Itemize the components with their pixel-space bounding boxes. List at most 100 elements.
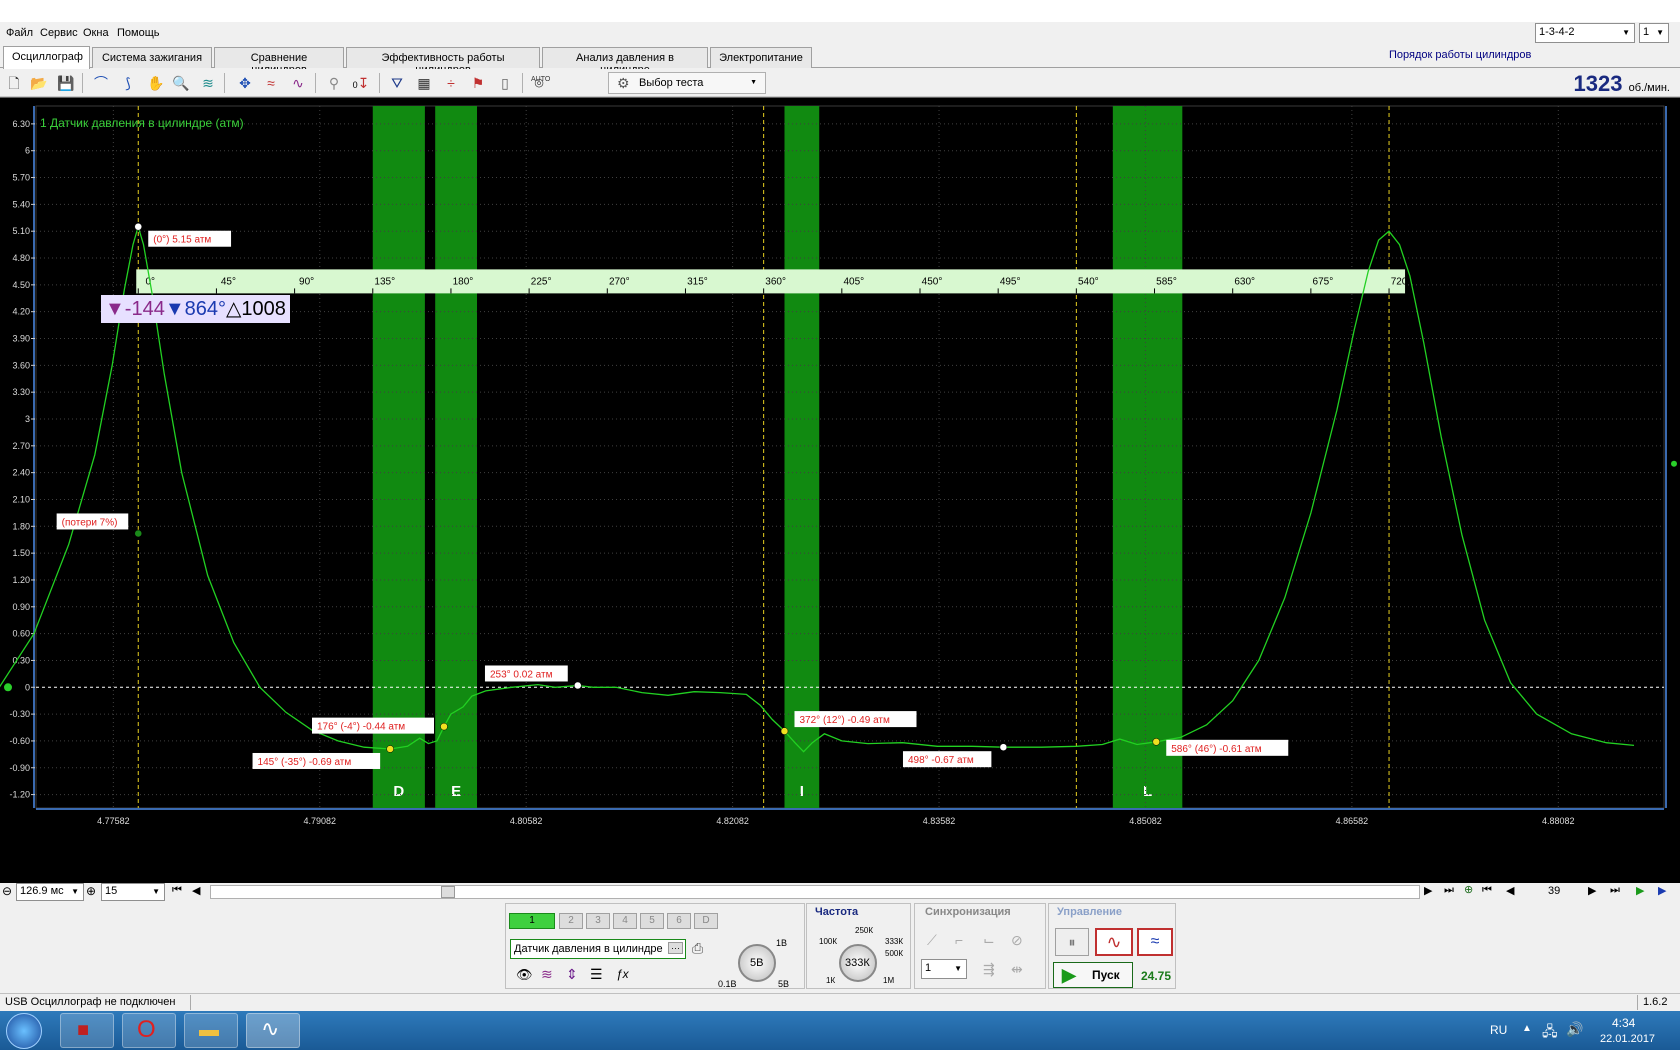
- sync-fall-icon[interactable]: ⌙: [983, 932, 995, 949]
- add-frame-icon[interactable]: ⊕: [1464, 883, 1473, 896]
- start-button[interactable]: ▶ Пуск: [1053, 962, 1133, 988]
- play-blue-icon[interactable]: ▶: [1658, 884, 1666, 897]
- sync-rise-icon[interactable]: ⟋: [927, 932, 937, 949]
- hand-pan-icon[interactable]: ✋: [145, 72, 167, 94]
- channel-group: 1 2 3 4 5 6 D Датчик давления в цилиндре…: [505, 903, 805, 989]
- channel-button-2[interactable]: 2: [559, 913, 583, 929]
- eye-icon[interactable]: 👁: [516, 967, 533, 983]
- first-icon[interactable]: ⏮: [1482, 884, 1492, 897]
- menu-service[interactable]: Сервис: [40, 27, 78, 39]
- function-icon[interactable]: ƒx: [616, 967, 629, 981]
- channel-button-4[interactable]: 4: [613, 913, 637, 929]
- wave-overlay-icon[interactable]: ≈: [260, 72, 282, 94]
- next-icon[interactable]: ▶: [1424, 884, 1432, 897]
- forward-icon[interactable]: ▶: [1588, 884, 1596, 897]
- sync-channel-select[interactable]: 1 ▼: [921, 959, 967, 979]
- marker-label: 145° (-35°) -0.69 атм: [252, 752, 381, 769]
- taskbar-app-opera[interactable]: O: [122, 1013, 176, 1048]
- channel-button-5[interactable]: 5: [640, 913, 664, 929]
- sensor-settings-icon[interactable]: ⎙: [692, 940, 703, 957]
- save-icon[interactable]: 💾: [55, 72, 77, 94]
- taskbar-app-explorer[interactable]: ▬: [184, 1013, 238, 1048]
- oscilloscope-plot[interactable]: D E I L 6.30 6 5.70 5.40 5.10 4.80 4.50 4.20 3.90 3.6…: [0, 97, 1680, 883]
- arrows-icon[interactable]: ✥: [234, 72, 256, 94]
- horizontal-scrollbar[interactable]: [210, 885, 1420, 899]
- flag-icon[interactable]: ⚑: [467, 72, 489, 94]
- curve-tool-icon[interactable]: ⌒: [90, 72, 112, 94]
- split-icon[interactable]: ÷: [440, 72, 462, 94]
- channel-button-3[interactable]: 3: [586, 913, 610, 929]
- sync-edge-icon[interactable]: ⌐: [955, 932, 963, 948]
- tab-pressure-analysis[interactable]: Анализ давления в цилиндре: [542, 47, 708, 76]
- menu-file[interactable]: Файл: [6, 27, 33, 39]
- open-folder-icon[interactable]: 📂: [28, 72, 50, 94]
- back-icon[interactable]: ◀: [1506, 884, 1514, 897]
- language-indicator[interactable]: RU: [1490, 1023, 1507, 1037]
- end-icon[interactable]: ⏭: [1610, 884, 1620, 897]
- network-icon[interactable]: 🖧: [1542, 1021, 1558, 1045]
- sync-disable-icon[interactable]: ⊘: [1011, 932, 1023, 949]
- zoom-icon[interactable]: 🔍: [170, 72, 192, 94]
- toolbar-separator: [315, 73, 316, 93]
- tab-cylinder-efficiency[interactable]: Эффективность работы цилиндров: [346, 47, 540, 76]
- phase-zone-i: [784, 106, 820, 808]
- tab-oscilloscope[interactable]: Осциллограф: [3, 46, 90, 69]
- angle-tick-label: 270°: [609, 276, 630, 287]
- taskbar-app-oscilloscope[interactable]: ∿: [246, 1013, 300, 1048]
- scrollbar-thumb[interactable]: [441, 886, 455, 898]
- sensor-select[interactable]: Датчик давления в цилиндре ···: [510, 939, 686, 959]
- menu-help[interactable]: Помощь: [117, 27, 160, 39]
- phase-zone-label: I: [800, 783, 804, 800]
- taskbar-app-save[interactable]: ■: [60, 1013, 114, 1048]
- left-cursor-icon: ▼: [105, 298, 125, 320]
- zoom-in-icon[interactable]: ⊕: [86, 884, 96, 898]
- new-file-icon[interactable]: 🗋: [3, 72, 25, 94]
- sync-level-icon[interactable]: ⇶: [983, 961, 995, 978]
- tab-cylinder-compare[interactable]: Сравнение цилиндров: [214, 47, 344, 76]
- single-wave-button[interactable]: ∿: [1095, 928, 1133, 956]
- cylinder-order-select[interactable]: 1-3-4-2 ▼: [1535, 23, 1635, 43]
- auto-icon[interactable]: ⚲: [323, 72, 345, 94]
- channel-button-1[interactable]: 1: [509, 913, 555, 929]
- pause-button[interactable]: ⏸: [1055, 928, 1089, 956]
- multi-wave-button[interactable]: ≈: [1137, 928, 1173, 956]
- chevron-down-icon: ▼: [750, 79, 757, 86]
- test-select-dropdown[interactable]: ⚙ Выбор теста ▼: [608, 72, 766, 94]
- volume-icon[interactable]: 🔊: [1566, 1021, 1583, 1038]
- filter-icon[interactable]: ⛛: [386, 72, 408, 94]
- oscilloscope-icon: ∿: [261, 1016, 280, 1041]
- play-icon[interactable]: ▶: [1636, 884, 1644, 897]
- zoom-out-icon[interactable]: ⊖: [2, 884, 12, 898]
- tray-expand-icon[interactable]: ▲: [1522, 1023, 1532, 1034]
- layers-icon[interactable]: ≋: [197, 72, 219, 94]
- channel-count-select[interactable]: 15 ▼: [101, 883, 165, 901]
- tab-power-supply[interactable]: Электропитание: [710, 47, 812, 68]
- pressure-chart[interactable]: D E I L 6.30 6 5.70 5.40 5.10 4.80 4.50 4.20 3.90 3.6…: [0, 98, 1680, 884]
- menu-windows[interactable]: Окна: [83, 27, 109, 39]
- channel-button-6[interactable]: 6: [667, 913, 691, 929]
- start-button-icon[interactable]: [6, 1013, 42, 1049]
- marker-point: [999, 743, 1008, 751]
- marker-point: [780, 727, 789, 735]
- y-tick-label: -0.60: [9, 736, 30, 746]
- first-frame-icon[interactable]: ⏮: [172, 884, 182, 897]
- auto-mode-icon[interactable]: AUTO ◎: [528, 72, 550, 94]
- cursor-tool-icon[interactable]: ⟆: [117, 72, 139, 94]
- sync-pos-icon[interactable]: ⇹: [1011, 961, 1023, 978]
- lines-icon[interactable]: ☰: [590, 966, 603, 983]
- channel-button-d[interactable]: D: [694, 913, 718, 929]
- cylinder-number-select[interactable]: 1 ▼: [1639, 23, 1669, 43]
- voltage-dial-max: 5В: [778, 979, 790, 989]
- browse-icon[interactable]: ···: [668, 942, 683, 954]
- vertical-arrows-icon[interactable]: ⇕: [566, 966, 578, 983]
- sine-wave-icon: ∿: [1106, 932, 1122, 952]
- document-icon[interactable]: ▯: [494, 72, 516, 94]
- prev-icon[interactable]: ◀: [192, 884, 200, 897]
- wave-icon[interactable]: ≋: [541, 966, 553, 983]
- timebase-select[interactable]: 126.9 мс ▼: [16, 883, 84, 901]
- last-frame-icon[interactable]: ⏭: [1444, 884, 1454, 897]
- tab-ignition[interactable]: Система зажигания: [92, 47, 212, 68]
- grid-icon[interactable]: ▦: [413, 72, 435, 94]
- zero-offset-icon[interactable]: 0↧: [350, 72, 372, 94]
- wave-compare-icon[interactable]: ∿: [287, 72, 309, 94]
